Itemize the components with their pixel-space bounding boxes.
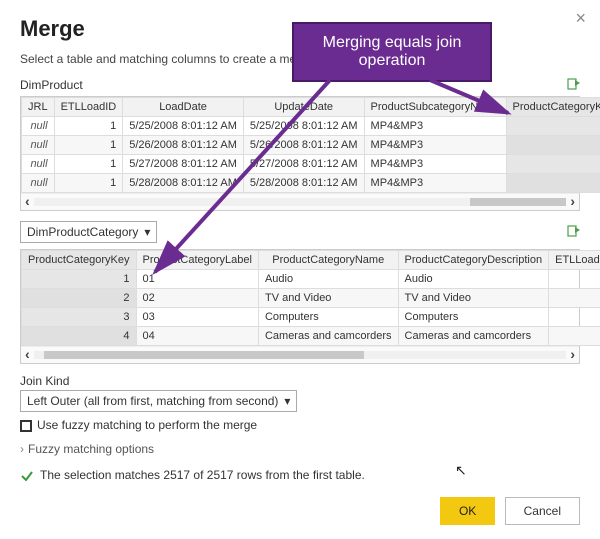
- cancel-button[interactable]: Cancel: [505, 497, 580, 525]
- fuzzy-checkbox[interactable]: Use fuzzy matching to perform the merge: [20, 418, 580, 432]
- table-row[interactable]: null15/26/2008 8:01:12 AM5/26/2008 8:01:…: [22, 136, 600, 155]
- match-text: The selection matches 2517 of 2517 rows …: [40, 468, 365, 482]
- second-table-dropdown[interactable]: DimProductCategory ▾: [20, 221, 157, 243]
- table1-name-text: DimProduct: [20, 78, 83, 92]
- chevron-right-icon: ›: [20, 442, 24, 456]
- second-table-dropdown-value: DimProductCategory: [27, 225, 138, 239]
- chevron-down-icon: ▾: [144, 225, 150, 239]
- table2-hscroll[interactable]: ‹ ›: [21, 346, 579, 363]
- col-etlloadid[interactable]: ETLLoadID: [54, 98, 123, 117]
- col2-productcategorykey[interactable]: ProductCategoryKey: [22, 251, 137, 270]
- table-row[interactable]: null15/25/2008 8:01:12 AM5/25/2008 8:01:…: [22, 117, 600, 136]
- col2-productcategorydescription[interactable]: ProductCategoryDescription: [398, 251, 549, 270]
- match-status: The selection matches 2517 of 2517 rows …: [20, 468, 580, 483]
- button-row: OK Cancel: [20, 497, 580, 525]
- fuzzy-options-label: Fuzzy matching options: [28, 442, 154, 456]
- joinkind-value: Left Outer (all from first, matching fro…: [27, 394, 278, 408]
- close-icon[interactable]: ×: [575, 8, 586, 29]
- table-row[interactable]: null15/27/2008 8:01:12 AM5/27/2008 8:01:…: [22, 155, 600, 174]
- ok-button[interactable]: OK: [440, 497, 495, 525]
- native-query-icon[interactable]: [566, 223, 580, 238]
- checkbox-icon: [20, 420, 32, 432]
- cursor-icon: ↖: [455, 462, 467, 479]
- table-row[interactable]: null15/28/2008 8:01:12 AM5/28/2008 8:01:…: [22, 174, 600, 193]
- table1-hscroll[interactable]: ‹ ›: [21, 193, 579, 210]
- table-row[interactable]: 202TV and VideoTV and Video1: [22, 289, 600, 308]
- fuzzy-options-expander[interactable]: › Fuzzy matching options: [20, 442, 580, 456]
- col2-productcategorylabel[interactable]: ProductCategoryLabel: [136, 251, 258, 270]
- table-row[interactable]: 404Cameras and camcordersCameras and cam…: [22, 327, 600, 346]
- annotation-callout: Merging equals join operation: [292, 22, 492, 82]
- check-icon: [20, 468, 40, 483]
- col-productsubcategoryname[interactable]: ProductSubcategoryName: [364, 98, 506, 117]
- chevron-down-icon: ▾: [284, 394, 290, 408]
- joinkind-label: Join Kind: [20, 374, 580, 388]
- chevron-left-icon[interactable]: ‹: [25, 195, 30, 209]
- chevron-left-icon[interactable]: ‹: [25, 348, 30, 362]
- native-query-icon[interactable]: [566, 76, 580, 91]
- table-row[interactable]: 303ComputersComputers1: [22, 308, 600, 327]
- col-jrl[interactable]: JRL: [22, 98, 55, 117]
- col-productcategorykey[interactable]: ProductCategoryKey: [506, 98, 600, 117]
- col2-productcategoryname[interactable]: ProductCategoryName: [258, 251, 398, 270]
- table2-grid[interactable]: ProductCategoryKey ProductCategoryLabel …: [20, 249, 580, 364]
- chevron-right-icon[interactable]: ›: [570, 348, 575, 362]
- col-loaddate[interactable]: LoadDate: [123, 98, 244, 117]
- col2-etlloadid[interactable]: ETLLoadID: [549, 251, 600, 270]
- joinkind-dropdown[interactable]: Left Outer (all from first, matching fro…: [20, 390, 297, 412]
- chevron-right-icon[interactable]: ›: [570, 195, 575, 209]
- table1-grid[interactable]: JRL ETLLoadID LoadDate UpdateDate Produc…: [20, 96, 580, 211]
- fuzzy-checkbox-label: Use fuzzy matching to perform the merge: [37, 418, 257, 432]
- col-updatedate[interactable]: UpdateDate: [243, 98, 364, 117]
- table-row[interactable]: 101AudioAudio1: [22, 270, 600, 289]
